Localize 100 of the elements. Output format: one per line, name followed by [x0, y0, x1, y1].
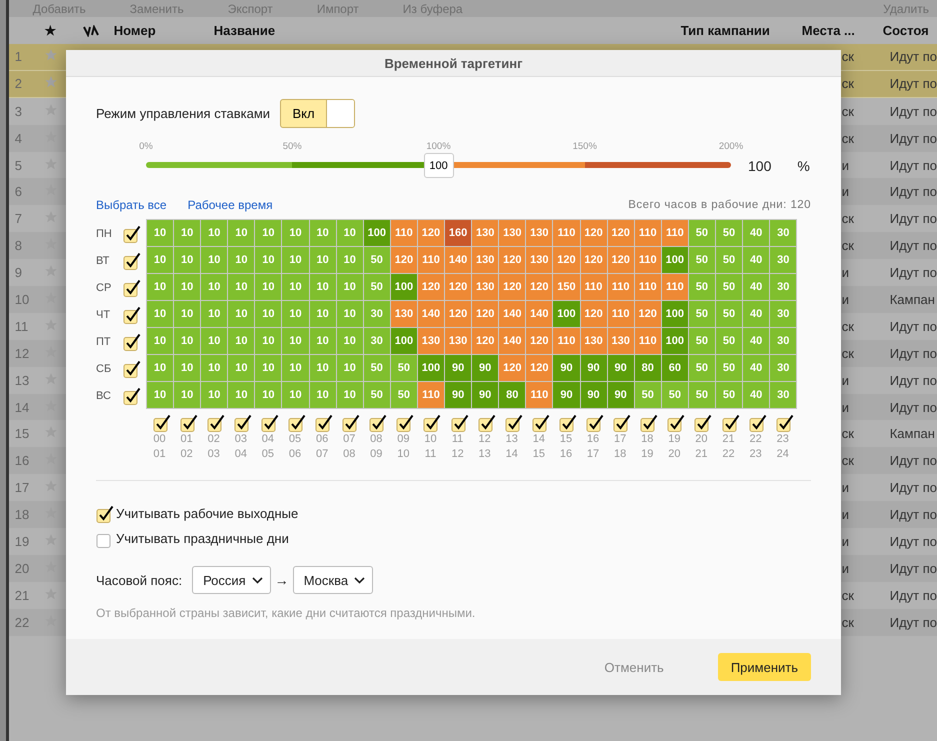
hour-label: 22	[749, 432, 762, 447]
row-number: 8	[14, 238, 22, 254]
tick-label: 0%	[139, 141, 153, 152]
table-cell: ск	[842, 614, 854, 630]
table-cell: и	[842, 400, 849, 415]
table-cell: ск	[842, 130, 854, 146]
hour-label: 08	[343, 447, 356, 462]
total-hours: Всего часов в рабочие дни: 120	[628, 199, 811, 211]
row-number: 20	[14, 560, 30, 576]
hour-label: 23	[776, 432, 789, 447]
row-number: 9	[14, 265, 22, 280]
hour-label: 07	[316, 447, 328, 462]
timezone-label: Часовой пояс:	[96, 572, 182, 588]
day-label: СР	[96, 282, 112, 294]
table-cell: ск	[842, 76, 854, 92]
table-cell: ск	[842, 453, 854, 468]
table-cell: и	[842, 184, 849, 200]
hour-label: 17	[586, 447, 600, 462]
hour-label: 14	[532, 432, 545, 447]
hour-label: 04	[234, 447, 247, 462]
row-number: 13	[14, 372, 30, 388]
status-cell: Идут по	[890, 104, 937, 119]
hour-label: 16	[560, 447, 572, 462]
row-number: 11	[14, 318, 28, 334]
status-cell: Идут по	[890, 211, 937, 226]
status-cell: Идут по	[890, 480, 937, 496]
row-number: 6	[14, 184, 22, 200]
hour-label: 11	[424, 447, 436, 462]
row-number: 12	[14, 346, 30, 361]
row-number: 7	[14, 211, 22, 226]
status-cell: Идут по	[890, 49, 937, 64]
hour-label: 13	[506, 432, 518, 447]
status-cell: Идут по	[890, 453, 937, 468]
checkbox-label: Учитывать праздничные дни	[116, 531, 289, 546]
hour-label: 14	[506, 447, 518, 462]
table-cell: и	[842, 158, 849, 172]
hour-label: 04	[262, 432, 274, 447]
status-cell: Кампан	[890, 426, 935, 442]
status-cell: Идут по	[890, 507, 937, 522]
hour-label: 01	[153, 447, 166, 462]
hour-label: 06	[288, 447, 302, 462]
hour-label: 03	[234, 432, 247, 447]
unit-label: %	[797, 158, 810, 174]
hour-label: 19	[641, 447, 654, 462]
day-label: СБ	[96, 362, 112, 374]
hour-label: 09	[397, 432, 410, 447]
hour-label: 01	[180, 432, 193, 447]
status-cell: Кампан	[890, 292, 935, 307]
hour-label: 13	[478, 447, 491, 462]
status-cell: Идут по	[890, 400, 937, 415]
table-cell: ск	[842, 318, 854, 334]
row-number: 19	[14, 534, 30, 549]
status-cell: Идут по	[890, 588, 937, 603]
status-cell: Идут по	[890, 184, 937, 200]
table-cell: ск	[842, 49, 854, 64]
table-cell: и	[842, 560, 849, 576]
row-number: 3	[14, 104, 22, 119]
table-cell: и	[842, 265, 849, 280]
hour-label: 00	[153, 432, 166, 447]
hour-label: 09	[370, 447, 382, 462]
hour-label: 19	[668, 432, 680, 447]
hour-label: 06	[316, 432, 328, 447]
hour-label: 20	[668, 447, 680, 462]
table-cell: и	[842, 372, 849, 388]
table-cell: ск	[842, 104, 854, 119]
hour-label: 22	[722, 447, 735, 462]
row-number: 14	[14, 400, 30, 415]
status-cell: Идут по	[890, 614, 937, 630]
row-number: 22	[14, 614, 30, 630]
status-cell: Идут по	[890, 238, 937, 254]
table-cell: ск	[842, 426, 854, 442]
table-cell: и	[842, 480, 849, 496]
hour-label: 21	[695, 447, 708, 462]
hour-label: 03	[208, 447, 220, 462]
hour-label: 02	[208, 432, 220, 447]
tick-label: 100%	[426, 141, 451, 152]
hour-label: 15	[532, 447, 545, 462]
table-cell: и	[842, 507, 849, 522]
status-cell: Идут по	[890, 265, 937, 280]
row-number: 15	[14, 426, 30, 442]
table-cell: ск	[842, 211, 854, 226]
tick-label: 150%	[572, 141, 597, 152]
row-number: 5	[14, 158, 22, 172]
row-number: 21	[14, 588, 30, 603]
bid-mode-label: Режим управления ставками	[96, 106, 270, 121]
hour-label: 18	[641, 432, 654, 447]
status-cell: Идут по	[890, 76, 937, 92]
status-cell: Идут по	[890, 158, 937, 172]
hour-label: 11	[452, 432, 464, 447]
hour-label: 02	[180, 447, 193, 462]
hour-label: 16	[586, 432, 600, 447]
hour-label: 12	[451, 447, 464, 462]
hour-label: 15	[560, 432, 572, 447]
status-cell: Идут по	[890, 534, 937, 549]
dialog-title: Временной таргетинг	[384, 56, 523, 70]
row-number: 18	[14, 507, 30, 522]
tick-label: 50%	[282, 141, 302, 152]
hour-label: 05	[262, 447, 274, 462]
row-number: 2	[14, 76, 22, 92]
row-number: 1	[14, 49, 22, 64]
